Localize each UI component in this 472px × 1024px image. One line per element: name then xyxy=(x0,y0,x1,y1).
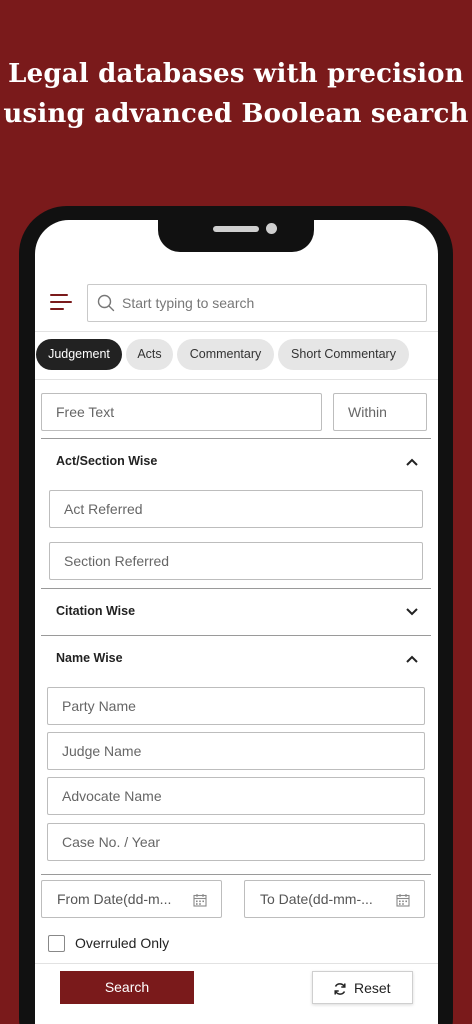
chevron-down-icon[interactable] xyxy=(405,607,419,617)
case-no-year-input[interactable] xyxy=(47,823,425,861)
from-date-placeholder: From Date(dd-m... xyxy=(57,891,172,907)
act-referred-input[interactable] xyxy=(49,490,423,528)
tabs-divider xyxy=(35,379,438,380)
actions-divider xyxy=(35,963,438,964)
tab-commentary[interactable]: Commentary xyxy=(177,339,274,370)
section-divider xyxy=(41,635,431,636)
headline-line-2: using advanced Boolean search xyxy=(3,99,469,129)
search-button[interactable]: Search xyxy=(60,971,194,1004)
reset-button-label: Reset xyxy=(354,980,391,996)
party-name-input[interactable] xyxy=(47,687,425,725)
search-bar[interactable] xyxy=(87,284,427,322)
to-date-placeholder: To Date(dd-mm-... xyxy=(260,891,373,907)
section-divider xyxy=(41,438,431,439)
free-text-input[interactable] xyxy=(41,393,322,431)
header-divider xyxy=(35,331,438,332)
search-input[interactable] xyxy=(122,286,417,320)
section-title-citation: Citation Wise xyxy=(56,604,136,618)
section-divider xyxy=(41,588,431,589)
section-title-act-section: Act/Section Wise xyxy=(56,454,158,468)
within-input[interactable] xyxy=(333,393,427,431)
calendar-icon[interactable] xyxy=(193,893,207,907)
headline-line-1: Legal databases with precision xyxy=(8,59,464,89)
overruled-only-label: Overruled Only xyxy=(75,935,170,951)
reset-button[interactable]: Reset xyxy=(312,971,413,1004)
phone-camera xyxy=(266,223,277,234)
section-referred-input[interactable] xyxy=(49,542,423,580)
advocate-name-input[interactable] xyxy=(47,777,425,815)
judge-name-input[interactable] xyxy=(47,732,425,770)
refresh-icon xyxy=(334,983,346,995)
tab-judgement[interactable]: Judgement xyxy=(36,339,122,370)
search-icon xyxy=(97,294,115,312)
section-title-name: Name Wise xyxy=(56,651,123,665)
tab-short-commentary[interactable]: Short Commentary xyxy=(278,339,409,370)
tab-acts[interactable]: Acts xyxy=(126,339,173,370)
from-date-field[interactable]: From Date(dd-m... xyxy=(41,880,222,918)
hamburger-menu-icon[interactable] xyxy=(50,292,72,312)
phone-speaker xyxy=(213,226,259,232)
chevron-up-icon[interactable] xyxy=(405,457,419,467)
overruled-only-checkbox[interactable] xyxy=(48,935,65,952)
to-date-field[interactable]: To Date(dd-mm-... xyxy=(244,880,425,918)
calendar-icon[interactable] xyxy=(396,893,410,907)
headline: Legal databases with precision using adv… xyxy=(0,54,472,134)
section-divider xyxy=(41,874,431,875)
chevron-up-icon[interactable] xyxy=(405,654,419,664)
